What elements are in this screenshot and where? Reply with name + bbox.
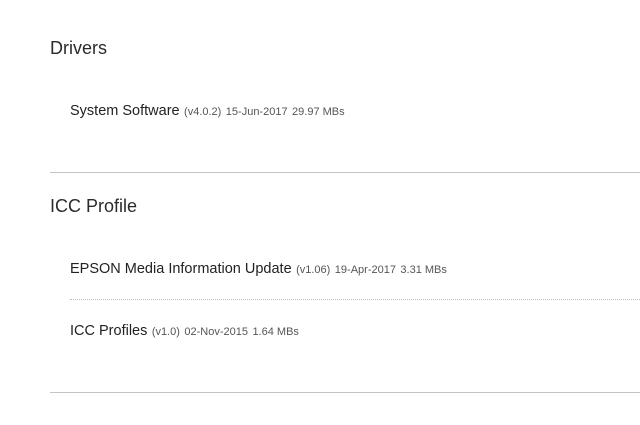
icc-profile-heading: ICC Profile <box>50 196 138 216</box>
download-item-date: 02-Nov-2015 <box>184 326 248 338</box>
download-item-version: (v1.0) <box>151 326 180 338</box>
item-divider <box>70 299 640 300</box>
download-item-name[interactable]: EPSON Media Information Update <box>70 261 292 277</box>
download-item-name[interactable]: ICC Profiles <box>70 323 147 339</box>
section-divider <box>50 392 640 393</box>
download-item-size: 1.64 MBs <box>252 326 299 338</box>
icc-profile-section: ICC Profile EPSON Media Information Upda… <box>50 0 640 425</box>
download-item-version: (v1.06) <box>296 264 331 276</box>
downloads-page: Drivers System Software (v4.0.2) 15-Jun-… <box>0 0 640 425</box>
download-item-size: 3.31 MBs <box>400 264 447 276</box>
download-item-icc-profiles[interactable]: ICC Profiles (v1.0) 02-Nov-2015 1.64 MBs <box>70 322 299 340</box>
download-item-epson-media-information-update[interactable]: EPSON Media Information Update (v1.06) 1… <box>70 260 447 278</box>
download-item-date: 19-Apr-2017 <box>334 264 396 276</box>
